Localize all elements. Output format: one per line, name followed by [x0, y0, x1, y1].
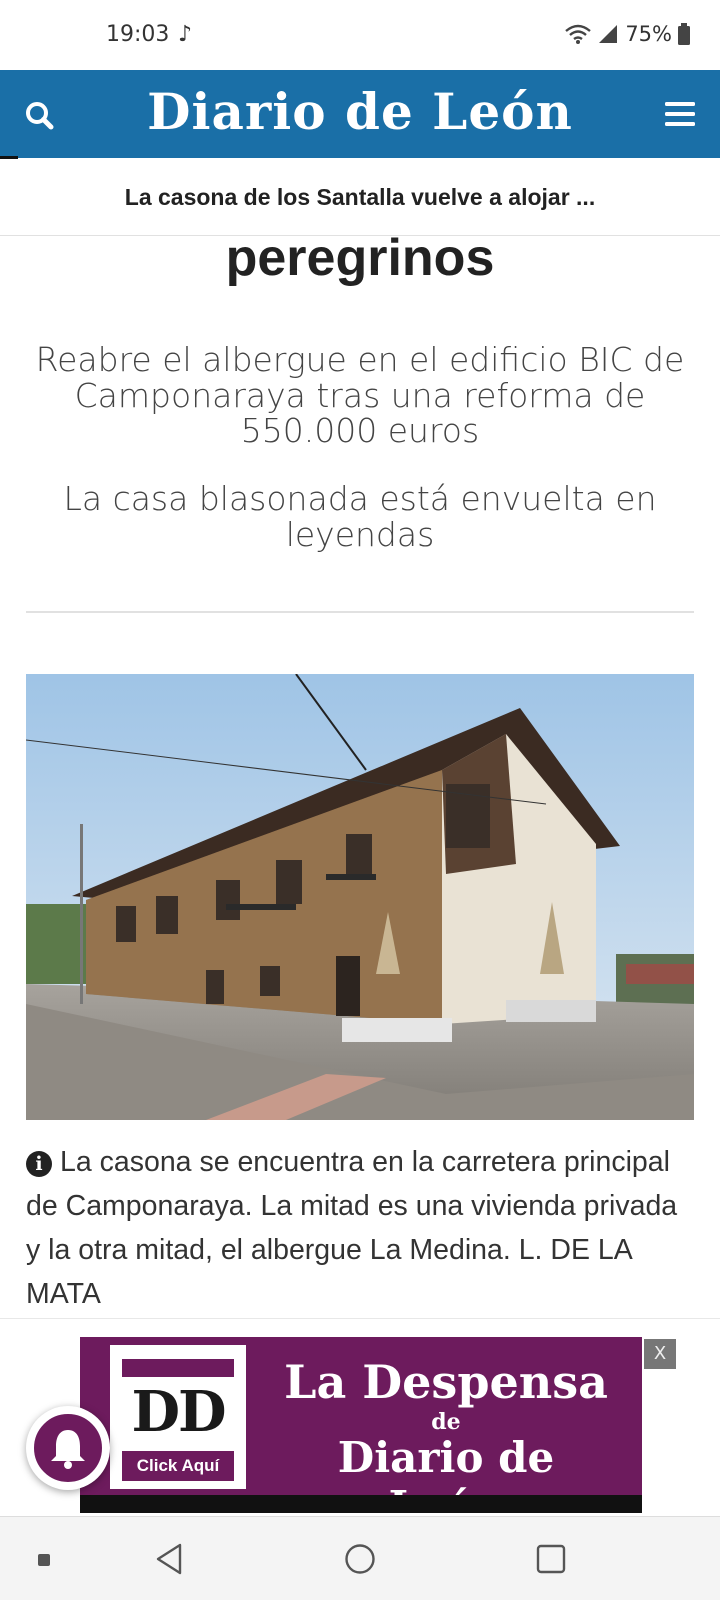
bell-icon — [51, 1430, 85, 1469]
ad-banner[interactable]: DD Click Aquí La Despensa de Diario de L… — [80, 1337, 642, 1531]
status-bar: 19:03 ♪ 75% — [0, 0, 720, 70]
square-dot-icon — [38, 1554, 50, 1566]
menu-icon — [665, 102, 695, 126]
header-progress-indicator — [0, 156, 18, 159]
status-icons: 75% — [565, 22, 690, 46]
info-icon: i — [26, 1151, 52, 1177]
ad-logo-letters: DD — [131, 1379, 226, 1445]
recents-icon — [536, 1544, 566, 1574]
notification-bell-button[interactable] — [26, 1406, 110, 1490]
photo-caption: i La casona se encuentra en la carretera … — [26, 1140, 694, 1316]
ad-title-line-1: La Despensa — [284, 1355, 608, 1409]
home-icon — [345, 1544, 375, 1574]
site-logo[interactable]: Diario de León — [0, 82, 720, 141]
ad-title-line-2: de — [431, 1409, 461, 1435]
article-subhead: Reabre el albergue en el edificio BIC de… — [35, 340, 685, 451]
back-icon — [156, 1543, 182, 1575]
site-header: Diario de León — [0, 70, 720, 158]
ad-click-button[interactable]: Click Aquí — [122, 1451, 234, 1481]
article-photo[interactable] — [26, 674, 694, 1120]
article-subhead-secondary: La casa blasonada está envuelta en leyen… — [63, 479, 657, 554]
ad-close-button[interactable]: X — [644, 1339, 676, 1369]
signal-icon — [599, 25, 618, 43]
battery-percent: 75% — [625, 22, 672, 46]
nav-recents-button[interactable] — [536, 1543, 566, 1580]
ad-logo-bar — [122, 1359, 234, 1377]
wifi-icon — [565, 24, 592, 44]
nav-back-button[interactable] — [154, 1543, 184, 1580]
ad-container: DD Click Aquí La Despensa de Diario de L… — [0, 1318, 720, 1531]
nav-home-button[interactable] — [344, 1543, 376, 1580]
ad-logo-box: DD Click Aquí — [110, 1345, 246, 1489]
nav-extra-button[interactable] — [38, 1553, 50, 1571]
article-headline: peregrinos — [225, 229, 495, 287]
tiktok-icon: ♪ — [178, 22, 193, 47]
battery-icon — [678, 23, 690, 45]
ad-bottom-strip — [80, 1495, 642, 1513]
divider — [26, 611, 694, 613]
caption-text: La casona se encuentra en la carretera p… — [26, 1146, 678, 1310]
notification-bell-circle — [31, 1411, 105, 1485]
photo-illustration — [26, 674, 694, 1120]
system-nav-bar — [0, 1516, 720, 1600]
status-time: 19:03 — [106, 22, 170, 47]
menu-button[interactable] — [664, 100, 696, 128]
sticky-article-title[interactable]: La casona de los Santalla vuelve a aloja… — [0, 160, 720, 236]
